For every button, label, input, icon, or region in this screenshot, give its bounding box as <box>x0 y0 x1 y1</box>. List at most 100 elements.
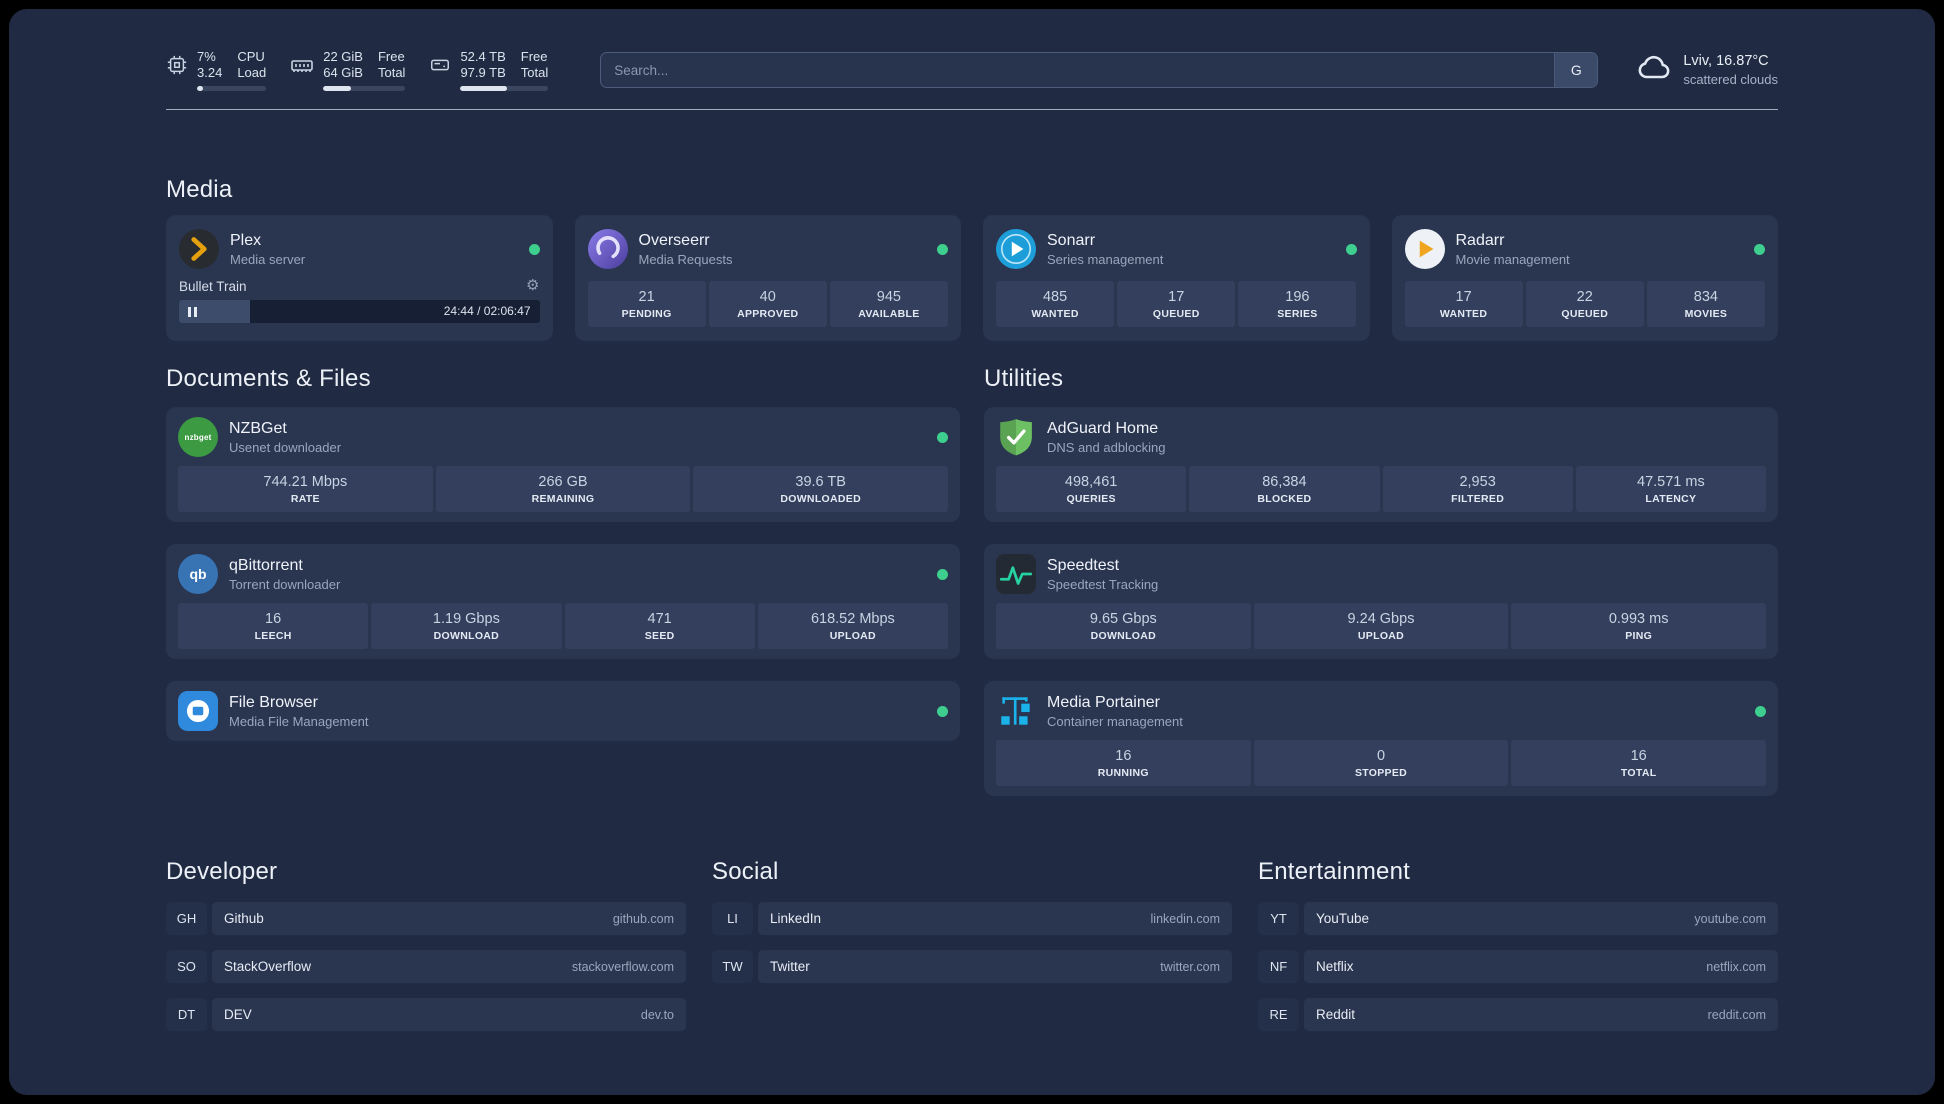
bookmark-abbr: SO <box>166 950 207 983</box>
nzbget-icon: nzbget <box>178 417 218 457</box>
memory-icon <box>290 49 314 83</box>
section-media: Media Plex Media server Bullet Train ⚙ 2… <box>166 176 1778 341</box>
sonarr-card: Sonarr Series management 485 WANTED 17 Q… <box>983 215 1370 341</box>
divider <box>166 109 1778 110</box>
stat-label: DOWNLOAD <box>433 630 500 642</box>
bookmark-url: twitter.com <box>1160 959 1220 974</box>
stat-wanted: 485 WANTED <box>996 281 1115 327</box>
sonarr-service-link[interactable]: Sonarr Series management <box>996 229 1357 269</box>
stat-label: MOVIES <box>1684 308 1728 320</box>
nzbget-service-link[interactable]: nzbget NZBGet Usenet downloader <box>178 417 948 457</box>
stat-label: APPROVED <box>737 308 799 320</box>
adguard-icon <box>996 417 1036 457</box>
stat-upload: 9.24 Gbps UPLOAD <box>1253 603 1509 649</box>
stat-ping: 0.993 ms PING <box>1511 603 1766 649</box>
portainer-card: Media Portainer Container management 16 … <box>984 681 1778 796</box>
service-description: Container management <box>1047 713 1183 729</box>
status-dot <box>937 705 948 717</box>
bookmark-reddit[interactable]: RE Reddit reddit.com <box>1258 998 1778 1031</box>
stat-value: 945 <box>876 289 901 305</box>
memory-widget: 22 GiB 64 GiB Free Total <box>290 49 406 91</box>
stat-value: 196 <box>1285 289 1310 305</box>
stat-download: 9.65 Gbps DOWNLOAD <box>996 603 1251 649</box>
social-heading: Social <box>712 858 779 885</box>
service-description: Torrent downloader <box>229 576 341 592</box>
stat-value: 86,384 <box>1262 474 1307 490</box>
section-documents: Documents & Files nzbget NZBGet Usenet d… <box>166 365 960 741</box>
section-entertainment: Entertainment YT YouTube youtube.com NF … <box>1258 858 1778 1031</box>
stat-label: RATE <box>290 493 320 505</box>
disk-total: 97.9 TB <box>460 65 506 80</box>
filebrowser-icon <box>178 691 218 731</box>
stat-queries: 498,461 QUERIES <box>996 466 1187 512</box>
search-provider-button[interactable]: G <box>1554 53 1598 87</box>
speedtest-service-link[interactable]: Speedtest Speedtest Tracking <box>996 554 1766 594</box>
disk-total-label: Total <box>520 65 549 80</box>
stat-value: 16 <box>1115 748 1132 764</box>
overseerr-service-link[interactable]: Overseerr Media Requests <box>587 229 948 269</box>
developer-heading: Developer <box>166 858 278 885</box>
stat-latency: 47.571 ms LATENCY <box>1575 466 1766 512</box>
bookmark-github[interactable]: GH Github github.com <box>166 902 686 935</box>
entertainment-heading: Entertainment <box>1258 858 1411 885</box>
service-name: File Browser <box>229 693 318 711</box>
stat-value: 744.21 Mbps <box>263 474 348 490</box>
memory-total-label: Total <box>377 65 406 80</box>
cpu-progress-fill <box>197 86 203 91</box>
search-input[interactable] <box>600 52 1599 88</box>
adguard-service-link[interactable]: AdGuard Home DNS and adblocking <box>996 417 1766 457</box>
filebrowser-service-link[interactable]: File Browser Media File Management <box>178 691 948 731</box>
bookmark-twitter[interactable]: TW Twitter twitter.com <box>712 950 1232 983</box>
bookmark-youtube[interactable]: YT YouTube youtube.com <box>1258 902 1778 935</box>
memory-total: 64 GiB <box>323 65 363 80</box>
radarr-service-link[interactable]: Radarr Movie management <box>1404 229 1765 269</box>
bookmark-netflix[interactable]: NF Netflix netflix.com <box>1258 950 1778 983</box>
status-dot <box>937 568 948 580</box>
stat-label: DOWNLOADED <box>780 493 861 505</box>
service-name: qBittorrent <box>229 556 303 574</box>
service-name: Speedtest <box>1047 556 1120 574</box>
portainer-service-link[interactable]: Media Portainer Container management <box>996 691 1766 731</box>
weather-location: Lviv, 16.87°C <box>1683 52 1769 69</box>
stat-value: 2,953 <box>1459 474 1496 490</box>
stat-remaining: 266 GB REMAINING <box>435 466 691 512</box>
dashboard: 7% 3.24 CPU Load 22 GiB 64 GiB Free Tota… <box>9 9 1935 1095</box>
memory-free-label: Free <box>377 49 405 64</box>
bookmark-stackoverflow[interactable]: SO StackOverflow stackoverflow.com <box>166 950 686 983</box>
pause-icon[interactable] <box>188 306 197 317</box>
disk-widget: 52.4 TB 97.9 TB Free Total <box>429 49 549 91</box>
overseerr-card: Overseerr Media Requests 21 PENDING 40 A… <box>574 215 961 341</box>
stat-seed: 471 SEED <box>564 603 755 649</box>
qbittorrent-card: qb qBittorrent Torrent downloader 16 LEE… <box>166 544 960 659</box>
bookmark-name: Twitter <box>770 959 810 974</box>
bookmark-abbr: RE <box>1258 998 1299 1031</box>
cpu-load-avg: 3.24 <box>197 65 223 80</box>
plex-icon <box>179 229 219 269</box>
service-description: Series management <box>1047 251 1164 267</box>
status-dot <box>937 431 948 443</box>
stat-label: BLOCKED <box>1257 493 1312 505</box>
bookmark-abbr: GH <box>166 902 207 935</box>
stat-label: LEECH <box>254 630 292 642</box>
qbittorrent-service-link[interactable]: qb qBittorrent Torrent downloader <box>178 554 948 594</box>
stat-value: 9.65 Gbps <box>1089 611 1157 627</box>
section-developer: Developer GH Github github.com SO StackO… <box>166 858 686 1031</box>
gear-icon[interactable]: ⚙ <box>526 278 539 294</box>
stat-movies: 834 MOVIES <box>1646 281 1765 327</box>
bookmark-url: youtube.com <box>1694 911 1766 926</box>
filebrowser-card: File Browser Media File Management <box>166 681 960 741</box>
bookmark-abbr: YT <box>1258 902 1299 935</box>
cloud-icon <box>1636 50 1672 91</box>
service-description: Media File Management <box>229 713 369 729</box>
stat-label: WANTED <box>1439 308 1488 320</box>
stat-label: WANTED <box>1031 308 1079 320</box>
status-dot <box>1755 705 1766 717</box>
bookmark-dev[interactable]: DT DEV dev.to <box>166 998 686 1031</box>
stat-value: 17 <box>1455 289 1472 305</box>
stat-label: RUNNING <box>1097 767 1149 779</box>
memory-progress-fill <box>323 86 352 91</box>
status-dot <box>937 243 948 255</box>
bookmark-linkedin[interactable]: LI LinkedIn linkedin.com <box>712 902 1232 935</box>
service-description: Movie management <box>1455 251 1570 267</box>
plex-service-link[interactable]: Plex Media server <box>179 229 540 269</box>
